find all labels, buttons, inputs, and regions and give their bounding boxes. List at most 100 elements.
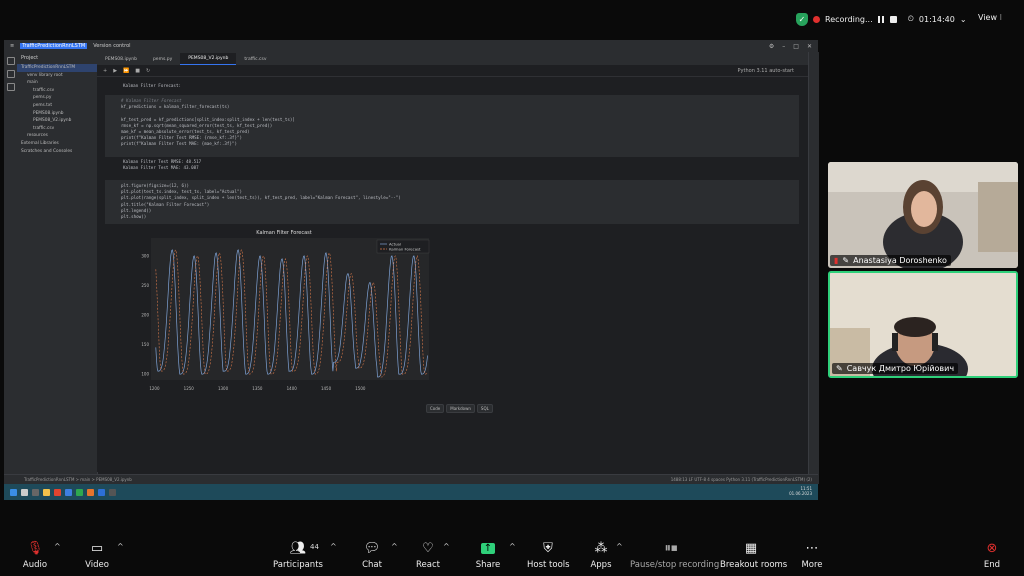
code-cell-plot[interactable]: plt.figure(figsize=(12, 6)) plt.plot(test… — [105, 180, 799, 224]
participant-tile[interactable]: ▮ ✎ Anastasiya Doroshenko — [828, 162, 1018, 268]
tree-item[interactable]: traffic.csv — [17, 125, 97, 133]
structure-icon[interactable] — [6, 70, 15, 78]
participant-tile-active-speaker[interactable]: ✎ Савчук Дмитро Юрійович — [828, 271, 1018, 378]
bookmark-icon[interactable] — [6, 83, 15, 91]
share-button[interactable]: ↑ Share — [472, 538, 504, 570]
editor-tab[interactable]: pems.py — [145, 54, 180, 65]
tree-item[interactable]: resources — [17, 132, 97, 140]
editor-tab[interactable]: PEMS08.ipynb — [97, 54, 145, 65]
react-label: React — [416, 560, 440, 570]
code-line: print(f"Kalman Filter Test MAE: {mae_kf:… — [121, 141, 237, 147]
tree-item[interactable]: Scratches and Consoles — [17, 148, 97, 156]
maximize-icon[interactable]: □ — [793, 43, 799, 50]
chevron-up-icon[interactable]: ^ — [117, 542, 124, 551]
add-sql-cell-button[interactable]: SQL — [476, 404, 493, 413]
stop-icon[interactable]: ■ — [135, 68, 140, 74]
status-right: 1488:13 LF UTF-8 4 spaces Python 3.11 (T… — [670, 477, 812, 482]
x-tick-label: 1400 — [287, 386, 298, 391]
app-icon[interactable] — [87, 488, 94, 496]
kalman-chart: Kalman Filter Forecast 1200 1250 1300 1350 14… — [135, 226, 433, 394]
record-dot-icon — [813, 15, 820, 23]
meeting-controls: 🎙︎ Audio ^ ▭ Video ^ 👥︎ Participants 44 … — [0, 538, 1024, 576]
tree-item[interactable]: External Libraries — [17, 140, 97, 148]
x-tick-label: 1500 — [355, 386, 366, 391]
chevron-down-icon[interactable]: ⌄ — [960, 15, 967, 24]
file-explorer-icon[interactable] — [43, 488, 50, 496]
add-cell-icon[interactable]: + — [103, 68, 107, 74]
video-button[interactable]: ▭ Video — [80, 538, 114, 571]
y-tick-label: 250 — [141, 283, 149, 288]
add-markdown-cell-button[interactable]: Markdown — [446, 404, 475, 413]
edge-icon[interactable] — [65, 488, 72, 496]
add-code-cell-button[interactable]: Code — [426, 404, 445, 413]
folder-icon[interactable] — [6, 57, 15, 65]
tree-item[interactable]: PEMS08.ipynb — [17, 110, 97, 118]
tree-item[interactable]: TrafficPredictionRnnLSTM — [17, 64, 97, 72]
video-camera-icon: ▭ — [90, 540, 104, 556]
chevron-up-icon[interactable]: ^ — [443, 542, 450, 551]
editor-tab[interactable]: traffic.csv — [236, 54, 274, 65]
menu-icon[interactable]: ≡ — [10, 43, 14, 49]
chevron-up-icon[interactable]: ^ — [54, 542, 61, 551]
code-block[interactable]: # Kalman Filter Forecast kf_predictions =… — [105, 95, 799, 151]
apps-icon: ⁂ — [594, 540, 608, 556]
run-cell-icon[interactable]: ▶ — [113, 68, 117, 74]
participants-label: Participants — [273, 560, 323, 570]
chrome-icon[interactable] — [54, 488, 61, 496]
project-panel: Project TrafficPredictionRnnLSTM venv lib… — [17, 52, 98, 484]
minimize-icon[interactable]: – — [782, 43, 785, 50]
chevron-up-icon[interactable]: ^ — [330, 542, 337, 551]
host-tools-button[interactable]: ⛨ Host tools — [527, 538, 570, 571]
chevron-up-icon[interactable]: ^ — [391, 542, 398, 551]
ide-left-toolstrip — [4, 52, 18, 484]
tree-item[interactable]: main — [17, 79, 97, 87]
status-path[interactable]: TrafficPredictionRnnLSTM > main > PEMS08… — [24, 477, 132, 482]
more-button[interactable]: ⋯ More — [798, 538, 826, 571]
view-button[interactable]: View ⁝ — [978, 13, 1002, 22]
close-icon[interactable]: ✕ — [807, 43, 812, 50]
tree-item[interactable]: pems.py — [17, 94, 97, 102]
participant-video — [828, 162, 1018, 268]
pause-stop-label: Pause/stop recording — [630, 560, 720, 570]
react-button[interactable]: ♡ React — [412, 538, 444, 571]
apps-button[interactable]: ⁂ Apps — [588, 538, 614, 571]
editor-tab[interactable]: PEMS08_V2.ipynb — [180, 53, 237, 65]
chevron-up-icon[interactable]: ^ — [616, 542, 623, 551]
chat-button[interactable]: 💬︎ Chat — [356, 538, 388, 571]
version-control-menu[interactable]: Version control — [93, 43, 130, 49]
code-block[interactable]: plt.figure(figsize=(12, 6)) plt.plot(test… — [105, 180, 799, 223]
code-cell-kalman[interactable]: # Kalman Filter Forecast kf_predictions =… — [105, 95, 799, 157]
stop-recording-icon[interactable] — [889, 15, 897, 23]
grid-icon: ▦ — [744, 540, 758, 556]
windows-start-icon[interactable] — [10, 488, 17, 496]
project-panel-title[interactable]: Project — [17, 52, 97, 64]
code-line: plt.show() — [121, 214, 147, 220]
kernel-status[interactable]: Python 3.11 auto-start — [738, 68, 794, 74]
chevron-up-icon[interactable]: ^ — [509, 542, 516, 551]
zoom-icon[interactable] — [98, 488, 105, 496]
search-icon[interactable] — [21, 488, 28, 496]
microphone-muted-icon: 🎙︎ — [26, 540, 44, 556]
audio-button[interactable]: 🎙︎ Audio — [18, 538, 52, 571]
end-button[interactable]: ⊗ End — [978, 538, 1006, 571]
breakout-rooms-button[interactable]: ▦ Breakout rooms — [720, 538, 787, 571]
tree-item[interactable]: PEMS08_V2.ipynb — [17, 117, 97, 125]
pycharm-icon[interactable] — [76, 488, 83, 496]
tree-item[interactable]: venv library root — [17, 72, 97, 80]
project-switcher[interactable]: TrafficPredictionRnnLSTM — [20, 43, 88, 49]
restart-icon[interactable]: ↻ — [146, 68, 150, 74]
pin-icon: ✎ — [836, 364, 843, 373]
run-all-icon[interactable]: ⏩ — [123, 68, 129, 74]
system-clock: 11:51 01.06.2023 — [789, 486, 812, 496]
end-call-icon: ⊗ — [986, 540, 998, 556]
tree-item[interactable]: pems.txt — [17, 102, 97, 110]
terminal-icon[interactable] — [109, 488, 116, 496]
pause-stop-recording-button[interactable]: ⏸⏹ Pause/stop recording — [630, 538, 720, 571]
pin-icon: ✎ — [842, 256, 850, 265]
tree-item[interactable]: traffic.csv — [17, 87, 97, 95]
settings-icon[interactable]: ⚙ — [769, 43, 774, 50]
share-label: Share — [475, 560, 501, 570]
pause-recording-icon[interactable] — [877, 15, 885, 23]
clock-icon: ⏲ — [907, 14, 914, 23]
task-view-icon[interactable] — [32, 488, 39, 496]
